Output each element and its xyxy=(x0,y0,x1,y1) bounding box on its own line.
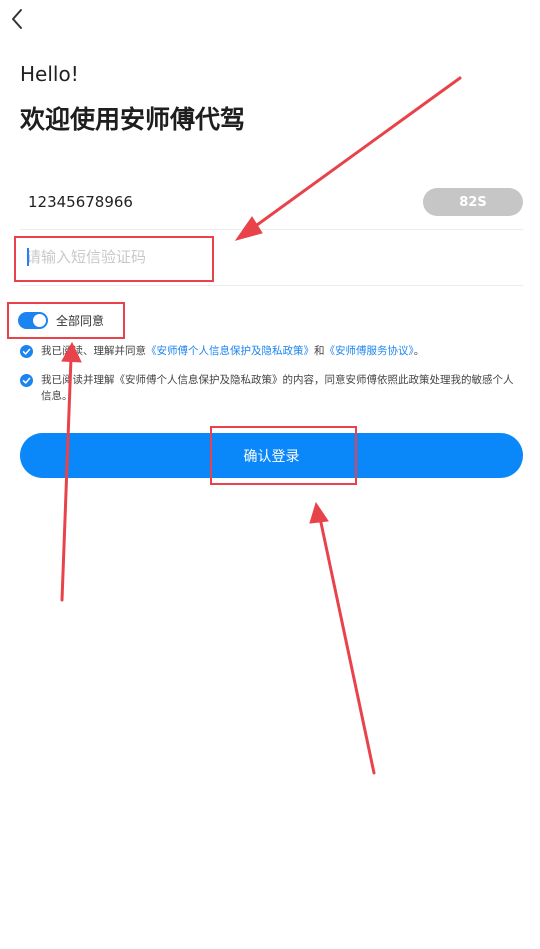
text-caret xyxy=(27,248,29,266)
agree-all-row: 全部同意 xyxy=(18,309,104,331)
phone-number: 12345678966 xyxy=(28,193,133,211)
agree-all-toggle[interactable] xyxy=(18,311,48,329)
divider xyxy=(20,229,523,230)
checkbox-checked-icon[interactable] xyxy=(20,345,33,358)
divider xyxy=(20,285,523,286)
agreement-conjunction: 和 xyxy=(314,345,325,357)
greeting-text: Hello! xyxy=(20,62,79,86)
page-title: 欢迎使用安师傅代驾 xyxy=(20,105,246,134)
resend-countdown-button[interactable]: 82S xyxy=(423,188,523,216)
agreement-text: 我已阅读、理解并同意《安师傅个人信息保护及隐私政策》和《安师傅服务协议》。 xyxy=(41,343,424,359)
annotation-arrow xyxy=(318,516,376,775)
agreement-suffix: 。 xyxy=(413,345,425,357)
chevron-left-icon xyxy=(12,9,22,29)
agreement-item-privacy-service: 我已阅读、理解并同意《安师傅个人信息保护及隐私政策》和《安师傅服务协议》。 xyxy=(20,343,520,359)
annotation-arrowhead xyxy=(309,501,329,524)
checkbox-checked-icon[interactable] xyxy=(20,374,33,387)
service-agreement-link[interactable]: 《安师傅服务协议》 xyxy=(325,345,414,357)
agreement-prefix: 我已阅读、理解并同意 xyxy=(41,345,146,357)
back-button[interactable] xyxy=(2,4,32,34)
agreement-text: 我已阅读并理解《安师傅个人信息保护及隐私政策》的内容，同意安师傅依照此政策处理我… xyxy=(41,374,514,402)
agreement-item-sensitive-info: 我已阅读并理解《安师傅个人信息保护及隐私政策》的内容，同意安师傅依照此政策处理我… xyxy=(20,372,520,404)
toggle-knob xyxy=(33,313,46,327)
agree-all-label: 全部同意 xyxy=(56,313,105,328)
privacy-policy-link[interactable]: 《安师傅个人信息保护及隐私政策》 xyxy=(146,345,314,357)
phone-row: 12345678966 82S xyxy=(20,180,523,226)
sms-code-input[interactable] xyxy=(26,240,496,274)
confirm-login-button[interactable]: 确认登录 xyxy=(20,433,523,478)
